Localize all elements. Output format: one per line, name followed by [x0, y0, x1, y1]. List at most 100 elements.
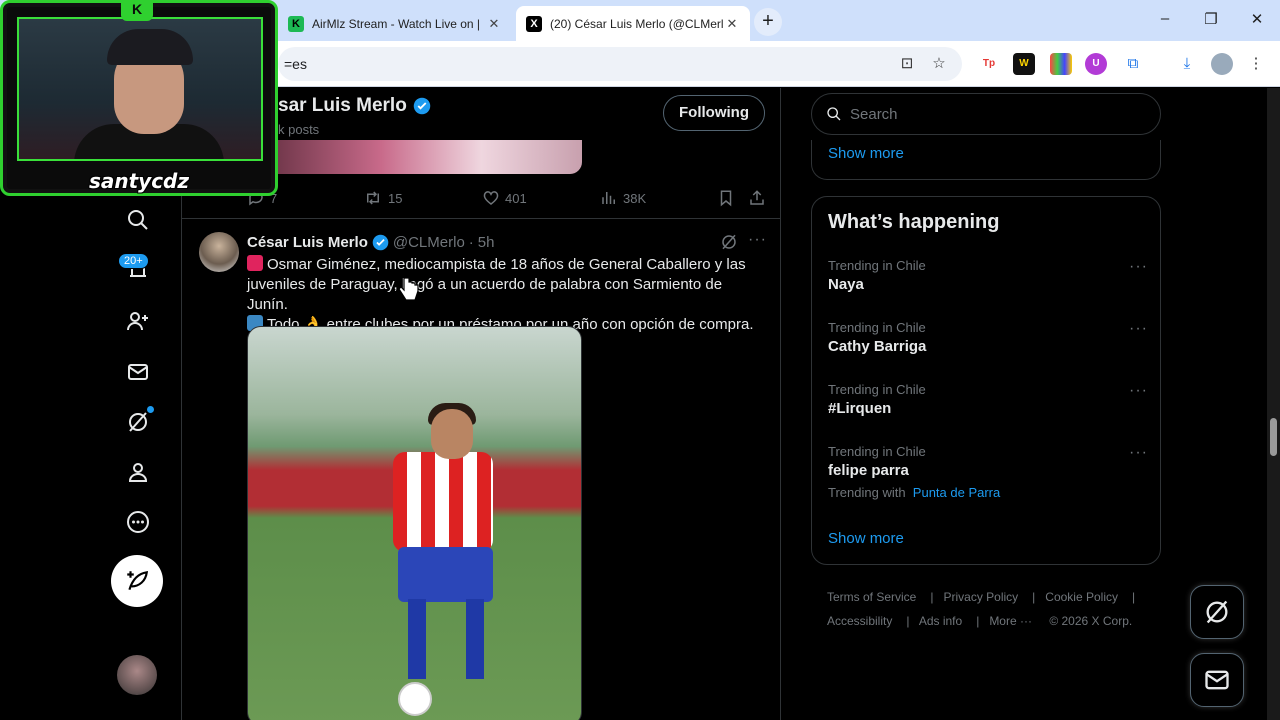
verified-badge-icon: [413, 97, 431, 115]
extensions-puzzle-icon[interactable]: ⧉: [1122, 53, 1144, 75]
tab-close-icon[interactable]: ✕: [724, 16, 740, 32]
tweet-author-handle[interactable]: @CLMerlo: [393, 234, 465, 251]
tweet-more-icon[interactable]: ···: [748, 231, 767, 249]
tab-close-icon[interactable]: ✕: [486, 16, 502, 32]
x-favicon-icon: X: [526, 15, 542, 32]
footer-link[interactable]: Cookie Policy: [1045, 590, 1118, 604]
tweet-divider: [182, 218, 780, 219]
tab-title: (20) César Luis Merlo (@CLMerlo: [550, 16, 724, 31]
trend-item[interactable]: Trending in Chile Naya ···: [828, 258, 1148, 293]
footer-link[interactable]: Terms of Service: [827, 590, 916, 604]
browser-menu-icon[interactable]: ⋮: [1245, 53, 1267, 75]
streamer-name: santycdz: [88, 169, 190, 193]
trend-more-icon[interactable]: ···: [1129, 382, 1148, 400]
tab-title: AirMlz Stream - Watch Live on |: [312, 16, 481, 31]
show-more-link[interactable]: Show more: [828, 145, 904, 162]
previous-tweet-image[interactable]: [247, 140, 582, 174]
new-tab-button[interactable]: +: [754, 8, 782, 36]
soccer-ball: [398, 682, 432, 716]
profile-name: sar Luis Merlo: [278, 95, 407, 116]
extension-u-icon[interactable]: U: [1085, 53, 1107, 75]
maximize-button[interactable]: ❐: [1196, 10, 1226, 28]
grok-explain-icon[interactable]: [720, 233, 738, 251]
profile-post-count: k posts: [278, 122, 320, 137]
following-button[interactable]: Following: [663, 95, 765, 131]
grok-floating-button[interactable]: [1190, 585, 1244, 639]
tweet-photo[interactable]: [247, 326, 582, 720]
hand-cursor-icon: [398, 277, 419, 301]
trend-with: Trending with Punta de Parra: [828, 485, 1148, 500]
minimize-button[interactable]: –: [1150, 10, 1180, 27]
whats-happening-panel: What’s happening Trending in Chile Naya …: [811, 196, 1161, 565]
bookmark-star-icon[interactable]: ☆: [928, 53, 950, 75]
trend-item[interactable]: Trending in Chile #Lirquen ···: [828, 382, 1148, 417]
siren-emoji-icon: [247, 255, 263, 271]
trend-with-label: Trending with: [828, 485, 906, 500]
footer-link[interactable]: More ···: [989, 614, 1032, 628]
tweet-author-name[interactable]: César Luis Merlo: [247, 234, 368, 251]
trend-name: felipe parra: [828, 462, 909, 479]
compose-post-button[interactable]: [111, 555, 163, 607]
trend-more-icon[interactable]: ···: [1129, 258, 1148, 276]
trend-more-icon[interactable]: ···: [1129, 320, 1148, 338]
right-sidebar: Search Show more What’s happening Trendi…: [811, 88, 1161, 720]
address-bar[interactable]: =es ⊡ ☆: [278, 47, 962, 81]
profile-avatar-icon[interactable]: [1211, 53, 1233, 75]
tweet-text: Osmar Giménez, mediocampista de 18 años …: [247, 255, 767, 335]
share-action[interactable]: [748, 189, 766, 207]
tab-x-profile[interactable]: X (20) César Luis Merlo (@CLMerlo ✕: [516, 6, 750, 41]
messages-floating-button[interactable]: [1190, 653, 1244, 707]
bookmark-icon: [720, 190, 732, 207]
bookmark-action[interactable]: [717, 189, 735, 207]
repost-icon: [367, 191, 379, 205]
like-count: 401: [505, 190, 527, 206]
views-action[interactable]: 38K: [600, 189, 646, 207]
trend-context: Trending in Chile: [828, 382, 926, 397]
profile-person-icon[interactable]: [123, 457, 153, 487]
trend-item[interactable]: Trending in Chile Cathy Barriga ···: [828, 320, 1148, 355]
account-avatar[interactable]: [117, 655, 157, 695]
extension-tp-icon[interactable]: Tp: [978, 53, 1000, 75]
notifications-badge: 20+: [118, 253, 149, 269]
scrollbar-thumb[interactable]: [1270, 418, 1277, 456]
follow-add-person-icon[interactable]: [123, 306, 153, 336]
repost-count: 15: [388, 190, 403, 206]
messages-envelope-icon: [1205, 670, 1229, 690]
trend-item[interactable]: Trending in Chile felipe parra Trending …: [828, 444, 1148, 500]
repost-action[interactable]: 15: [363, 189, 402, 207]
views-chart-icon: [602, 192, 615, 204]
url-text[interactable]: =es: [284, 56, 307, 72]
trend-context: Trending in Chile: [828, 320, 926, 335]
like-heart-icon: [483, 191, 499, 205]
footer-link[interactable]: Accessibility: [827, 614, 892, 628]
kick-favicon-icon: K: [288, 15, 304, 32]
tab-airmlz[interactable]: K AirMlz Stream - Watch Live on | ✕: [278, 6, 512, 41]
search-icon: [827, 107, 841, 121]
extension-w-icon[interactable]: W: [1013, 53, 1035, 75]
close-window-button[interactable]: ✕: [1242, 10, 1272, 28]
grok-new-dot: [147, 406, 154, 413]
explore-search-icon[interactable]: [123, 205, 153, 235]
tweet-author-avatar[interactable]: [199, 232, 239, 272]
search-box[interactable]: Search: [811, 93, 1161, 135]
sidebar-section-top: Show more: [811, 140, 1161, 180]
trend-with-link[interactable]: Punta de Parra: [913, 485, 1000, 500]
trend-more-icon[interactable]: ···: [1129, 444, 1148, 462]
trend-name: #Lirquen: [828, 400, 892, 417]
more-circle-icon[interactable]: [123, 507, 153, 537]
like-action[interactable]: 401: [482, 189, 527, 207]
copyright: © 2026 X Corp.: [1049, 614, 1133, 628]
player-head: [431, 409, 473, 459]
footer-link[interactable]: Privacy Policy: [943, 590, 1018, 604]
footer-link[interactable]: Ads info: [919, 614, 962, 628]
download-icon[interactable]: ⤓: [1176, 53, 1198, 75]
streamer-webcam-overlay: K santycdz: [0, 0, 278, 196]
player-shirt: [393, 452, 493, 552]
messages-envelope-icon[interactable]: [123, 357, 153, 387]
install-app-icon[interactable]: ⊡: [896, 53, 918, 75]
header-separator: ·: [468, 234, 474, 251]
extension-color-icon[interactable]: [1050, 53, 1072, 75]
show-more-trends-link[interactable]: Show more: [828, 530, 904, 547]
page-scrollbar[interactable]: [1267, 88, 1280, 720]
tweet-time[interactable]: 5h: [478, 234, 495, 251]
